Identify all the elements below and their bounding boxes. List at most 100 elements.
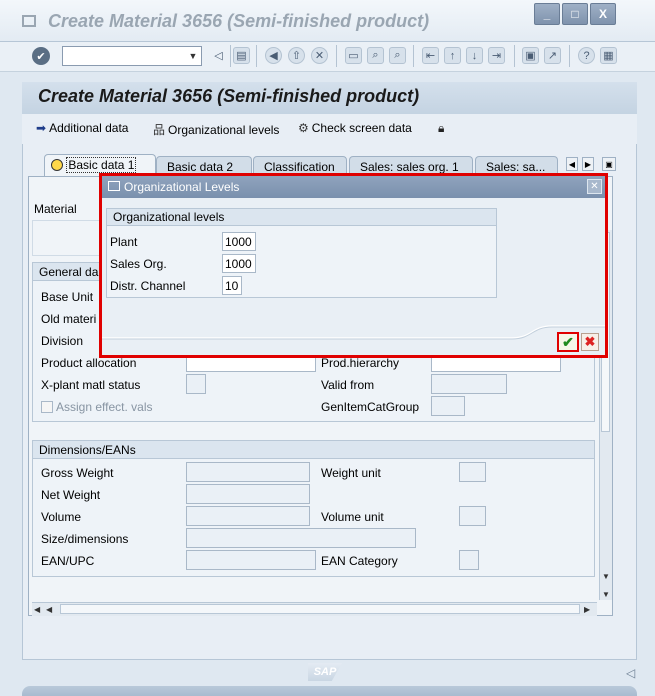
volume-unit-label: Volume unit bbox=[321, 510, 384, 524]
command-field[interactable] bbox=[62, 46, 202, 66]
size-dimensions-label: Size/dimensions bbox=[41, 532, 129, 546]
next-page-icon[interactable]: ↓ bbox=[466, 47, 483, 64]
net-weight-label: Net Weight bbox=[41, 488, 101, 502]
gross-weight-field[interactable] bbox=[186, 462, 310, 482]
toolbar-separator bbox=[230, 45, 231, 67]
base-unit-label: Base Unit bbox=[41, 290, 94, 304]
tab-scroll-left-icon[interactable]: ◀ bbox=[566, 157, 578, 171]
sales-org-field[interactable]: 1000 bbox=[222, 254, 256, 273]
size-dimensions-field[interactable] bbox=[186, 528, 416, 548]
dialog-close-icon[interactable]: ✕ bbox=[587, 179, 602, 194]
ok-button[interactable]: ✔ bbox=[557, 332, 579, 352]
cancel-x-icon: ✖ bbox=[584, 334, 596, 349]
prod-hierarchy-label: Prod.hierarchy bbox=[321, 356, 400, 370]
close-icon[interactable]: X bbox=[590, 3, 616, 25]
back-icon[interactable]: ◀ bbox=[265, 47, 282, 64]
cancel-icon[interactable]: ✕ bbox=[311, 47, 328, 64]
dialog-footer-divider bbox=[102, 325, 605, 340]
dimensions-header: Dimensions/EANs bbox=[33, 441, 594, 459]
tab-label: Classification bbox=[264, 160, 335, 174]
customize-layout-icon[interactable]: ▦ bbox=[600, 47, 617, 64]
toolbar-separator bbox=[336, 45, 337, 67]
back-arrow-icon[interactable]: ◁ bbox=[210, 47, 227, 64]
xplant-status-label: X-plant matl status bbox=[41, 378, 141, 392]
distr-channel-label: Distr. Channel bbox=[110, 279, 186, 293]
volume-field[interactable] bbox=[186, 506, 310, 526]
tab-scroll-right-icon[interactable]: ▶ bbox=[582, 157, 594, 171]
ean-category-label: EAN Category bbox=[321, 554, 398, 568]
org-levels-icon: 品 bbox=[153, 123, 166, 137]
save-icon[interactable]: ▤ bbox=[233, 47, 250, 64]
product-allocation-label: Product allocation bbox=[41, 356, 137, 370]
minimize-icon[interactable]: _ bbox=[534, 3, 560, 25]
check-screen-data-label: Check screen data bbox=[311, 121, 412, 135]
prev-page-icon[interactable]: ↑ bbox=[444, 47, 461, 64]
organizational-levels-button[interactable]: 品 Organizational levels bbox=[153, 121, 279, 138]
arrow-right-icon: ➡ bbox=[36, 121, 47, 135]
volume-label: Volume bbox=[41, 510, 82, 524]
exit-icon[interactable]: ⇧ bbox=[288, 47, 305, 64]
find-icon[interactable]: ⌕ bbox=[367, 47, 384, 64]
net-weight-field[interactable] bbox=[186, 484, 310, 504]
sales-org-label: Sales Org. bbox=[110, 257, 167, 271]
scroll-down-icon[interactable]: ▼ bbox=[602, 572, 610, 581]
division-label: Division bbox=[41, 334, 84, 348]
print-icon[interactable]: ▭ bbox=[345, 47, 362, 64]
dialog-title: Organizational Levels bbox=[124, 180, 240, 194]
distr-channel-field[interactable]: 10 bbox=[222, 276, 242, 295]
organizational-levels-group-header: Organizational levels bbox=[107, 209, 496, 226]
organizational-levels-label: Organizational levels bbox=[168, 122, 280, 137]
tab-status-icon bbox=[51, 159, 63, 171]
ean-upc-field[interactable] bbox=[186, 550, 316, 570]
last-page-icon[interactable]: ⇥ bbox=[488, 47, 505, 64]
weight-unit-field[interactable] bbox=[459, 462, 486, 482]
xplant-status-field[interactable] bbox=[186, 374, 206, 394]
assign-effect-checkbox[interactable] bbox=[41, 401, 53, 413]
status-bar-toggle-icon[interactable]: ◁ bbox=[626, 666, 635, 680]
tab-label: Basic data 1 bbox=[66, 157, 137, 173]
scroll-right-icon[interactable]: ▶ bbox=[584, 605, 590, 614]
scroll-end-icon[interactable]: ▼ bbox=[602, 590, 610, 599]
volume-unit-field[interactable] bbox=[459, 506, 486, 526]
lock-button[interactable]: 🔒︎ bbox=[438, 121, 444, 136]
plant-field[interactable]: 1000 bbox=[222, 232, 256, 251]
check-screen-data-button[interactable]: ⚙ Check screen data bbox=[298, 121, 412, 135]
cancel-button[interactable]: ✖ bbox=[581, 333, 599, 351]
ean-upc-label: EAN/UPC bbox=[41, 554, 95, 568]
scroll-left-icon[interactable]: ◀ bbox=[34, 605, 40, 614]
gross-weight-label: Gross Weight bbox=[41, 466, 114, 480]
scroll-left-icon[interactable]: ◀ bbox=[46, 605, 52, 614]
dialog-menu-icon[interactable] bbox=[108, 181, 120, 191]
plant-label: Plant bbox=[110, 235, 138, 249]
gen-item-cat-label: GenItemCatGroup bbox=[321, 400, 420, 414]
material-label: Material bbox=[34, 202, 77, 216]
tab-label: Basic data 2 bbox=[167, 160, 234, 174]
find-next-icon[interactable]: ⌕ bbox=[389, 47, 406, 64]
help-icon[interactable]: ? bbox=[578, 47, 595, 64]
additional-data-label: Additional data bbox=[49, 121, 129, 135]
dialog-titlebar: Organizational Levels ✕ bbox=[102, 176, 605, 198]
gen-item-cat-field[interactable] bbox=[431, 396, 465, 416]
additional-data-button[interactable]: ➡ Additional data bbox=[36, 121, 128, 135]
horizontal-scroll-thumb[interactable] bbox=[60, 604, 580, 614]
window-controls: _ □ X bbox=[534, 3, 618, 27]
lock-icon: 🔒︎ bbox=[438, 121, 445, 135]
dropdown-icon[interactable]: ▼ bbox=[186, 48, 200, 64]
new-session-icon[interactable]: ▣ bbox=[522, 47, 539, 64]
window-title: Create Material 3656 (Semi-finished prod… bbox=[48, 11, 430, 31]
toolbar-separator bbox=[514, 45, 515, 67]
valid-from-field[interactable] bbox=[431, 374, 507, 394]
assign-effect-label: Assign effect. vals bbox=[56, 400, 153, 414]
enter-icon[interactable]: ✔ bbox=[32, 47, 50, 65]
tab-list-icon[interactable]: ▣ bbox=[602, 157, 616, 171]
check-screen-icon: ⚙ bbox=[298, 121, 309, 135]
window-menu-icon[interactable] bbox=[22, 15, 36, 27]
tab-label: Sales: sa... bbox=[486, 160, 546, 174]
ean-category-field[interactable] bbox=[459, 550, 479, 570]
first-page-icon[interactable]: ⇤ bbox=[422, 47, 439, 64]
maximize-icon[interactable]: □ bbox=[562, 3, 588, 25]
old-material-label: Old materi bbox=[41, 312, 97, 326]
checkmark-icon: ✔ bbox=[562, 333, 574, 350]
horizontal-scrollbar[interactable]: ◀ ◀ ▶ bbox=[32, 602, 597, 616]
shortcut-icon[interactable]: ↗ bbox=[544, 47, 561, 64]
